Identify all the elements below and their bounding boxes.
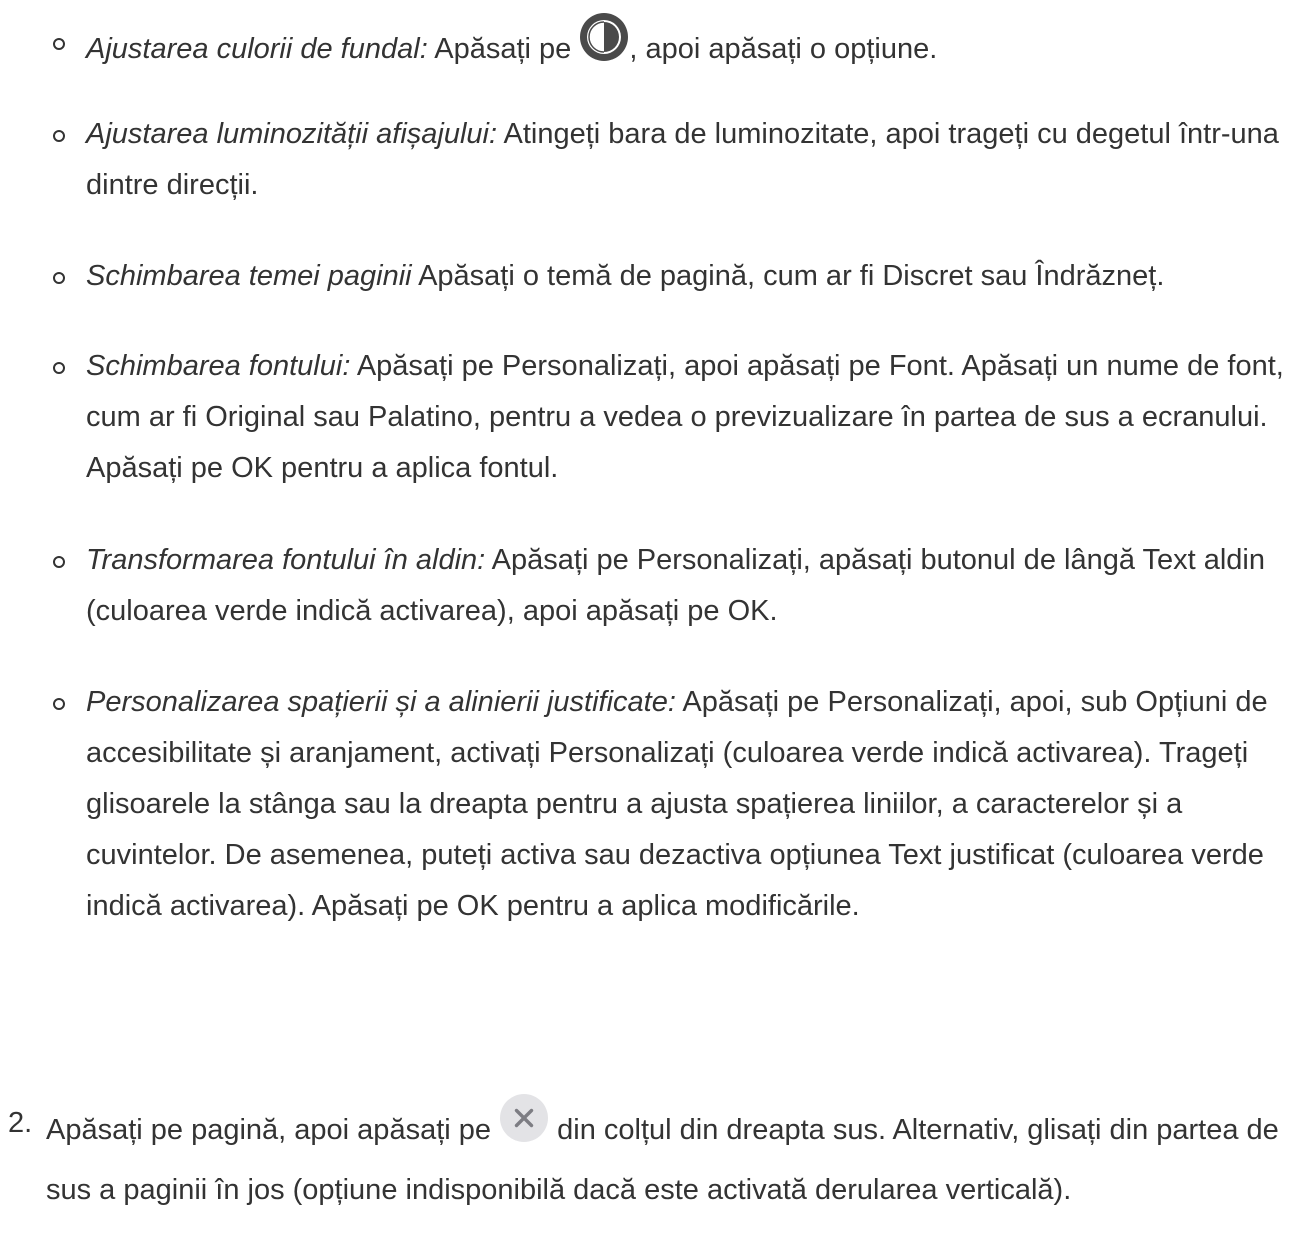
item-title: Personalizarea spațierii și a alinierii … [86,686,676,718]
item-text: Apăsați pe Personalizați, apoi, sub Opți… [86,686,1268,922]
item-text-before-icon: Apăsați pe [427,33,580,66]
item-title: Schimbarea temei paginii [86,260,412,292]
numbered-step: 2. Apăsați pe pagină, apoi apăsați pe din… [8,1094,1291,1216]
list-item-background-color: Ajustarea culorii de fundal: Apăsați pe … [53,13,1296,84]
item-title: Schimbarea fontului: [86,350,351,382]
item-title: Ajustarea luminozității afișajului: [86,118,498,150]
step-text-before-icon: Apăsați pe pagină, apoi apăsați pe [46,1114,500,1147]
list-item-brightness: Ajustarea luminozității afișajului: Atin… [53,109,1296,211]
step-number: 2. [8,1107,33,1139]
list-item-page-theme: Schimbarea temei paginii Apăsați o temă … [53,251,1296,302]
list-item-bold-font: Transformarea fontului în aldin: Apăsați… [53,535,1296,637]
appearance-contrast-icon [579,12,629,79]
list-item-change-font: Schimbarea fontului: Apăsați pe Personal… [53,341,1296,494]
item-text: Apăsați o temă de pagină, cum ar fi Disc… [411,260,1165,292]
item-title: Ajustarea culorii de fundal: [86,33,428,66]
close-icon [499,1093,549,1160]
item-title: Transformarea fontului în aldin: [86,544,486,576]
item-text-after-icon: , apoi apăsați o opțiune. [629,33,938,66]
list-item-spacing-justification: Personalizarea spațierii și a alinierii … [53,677,1296,932]
